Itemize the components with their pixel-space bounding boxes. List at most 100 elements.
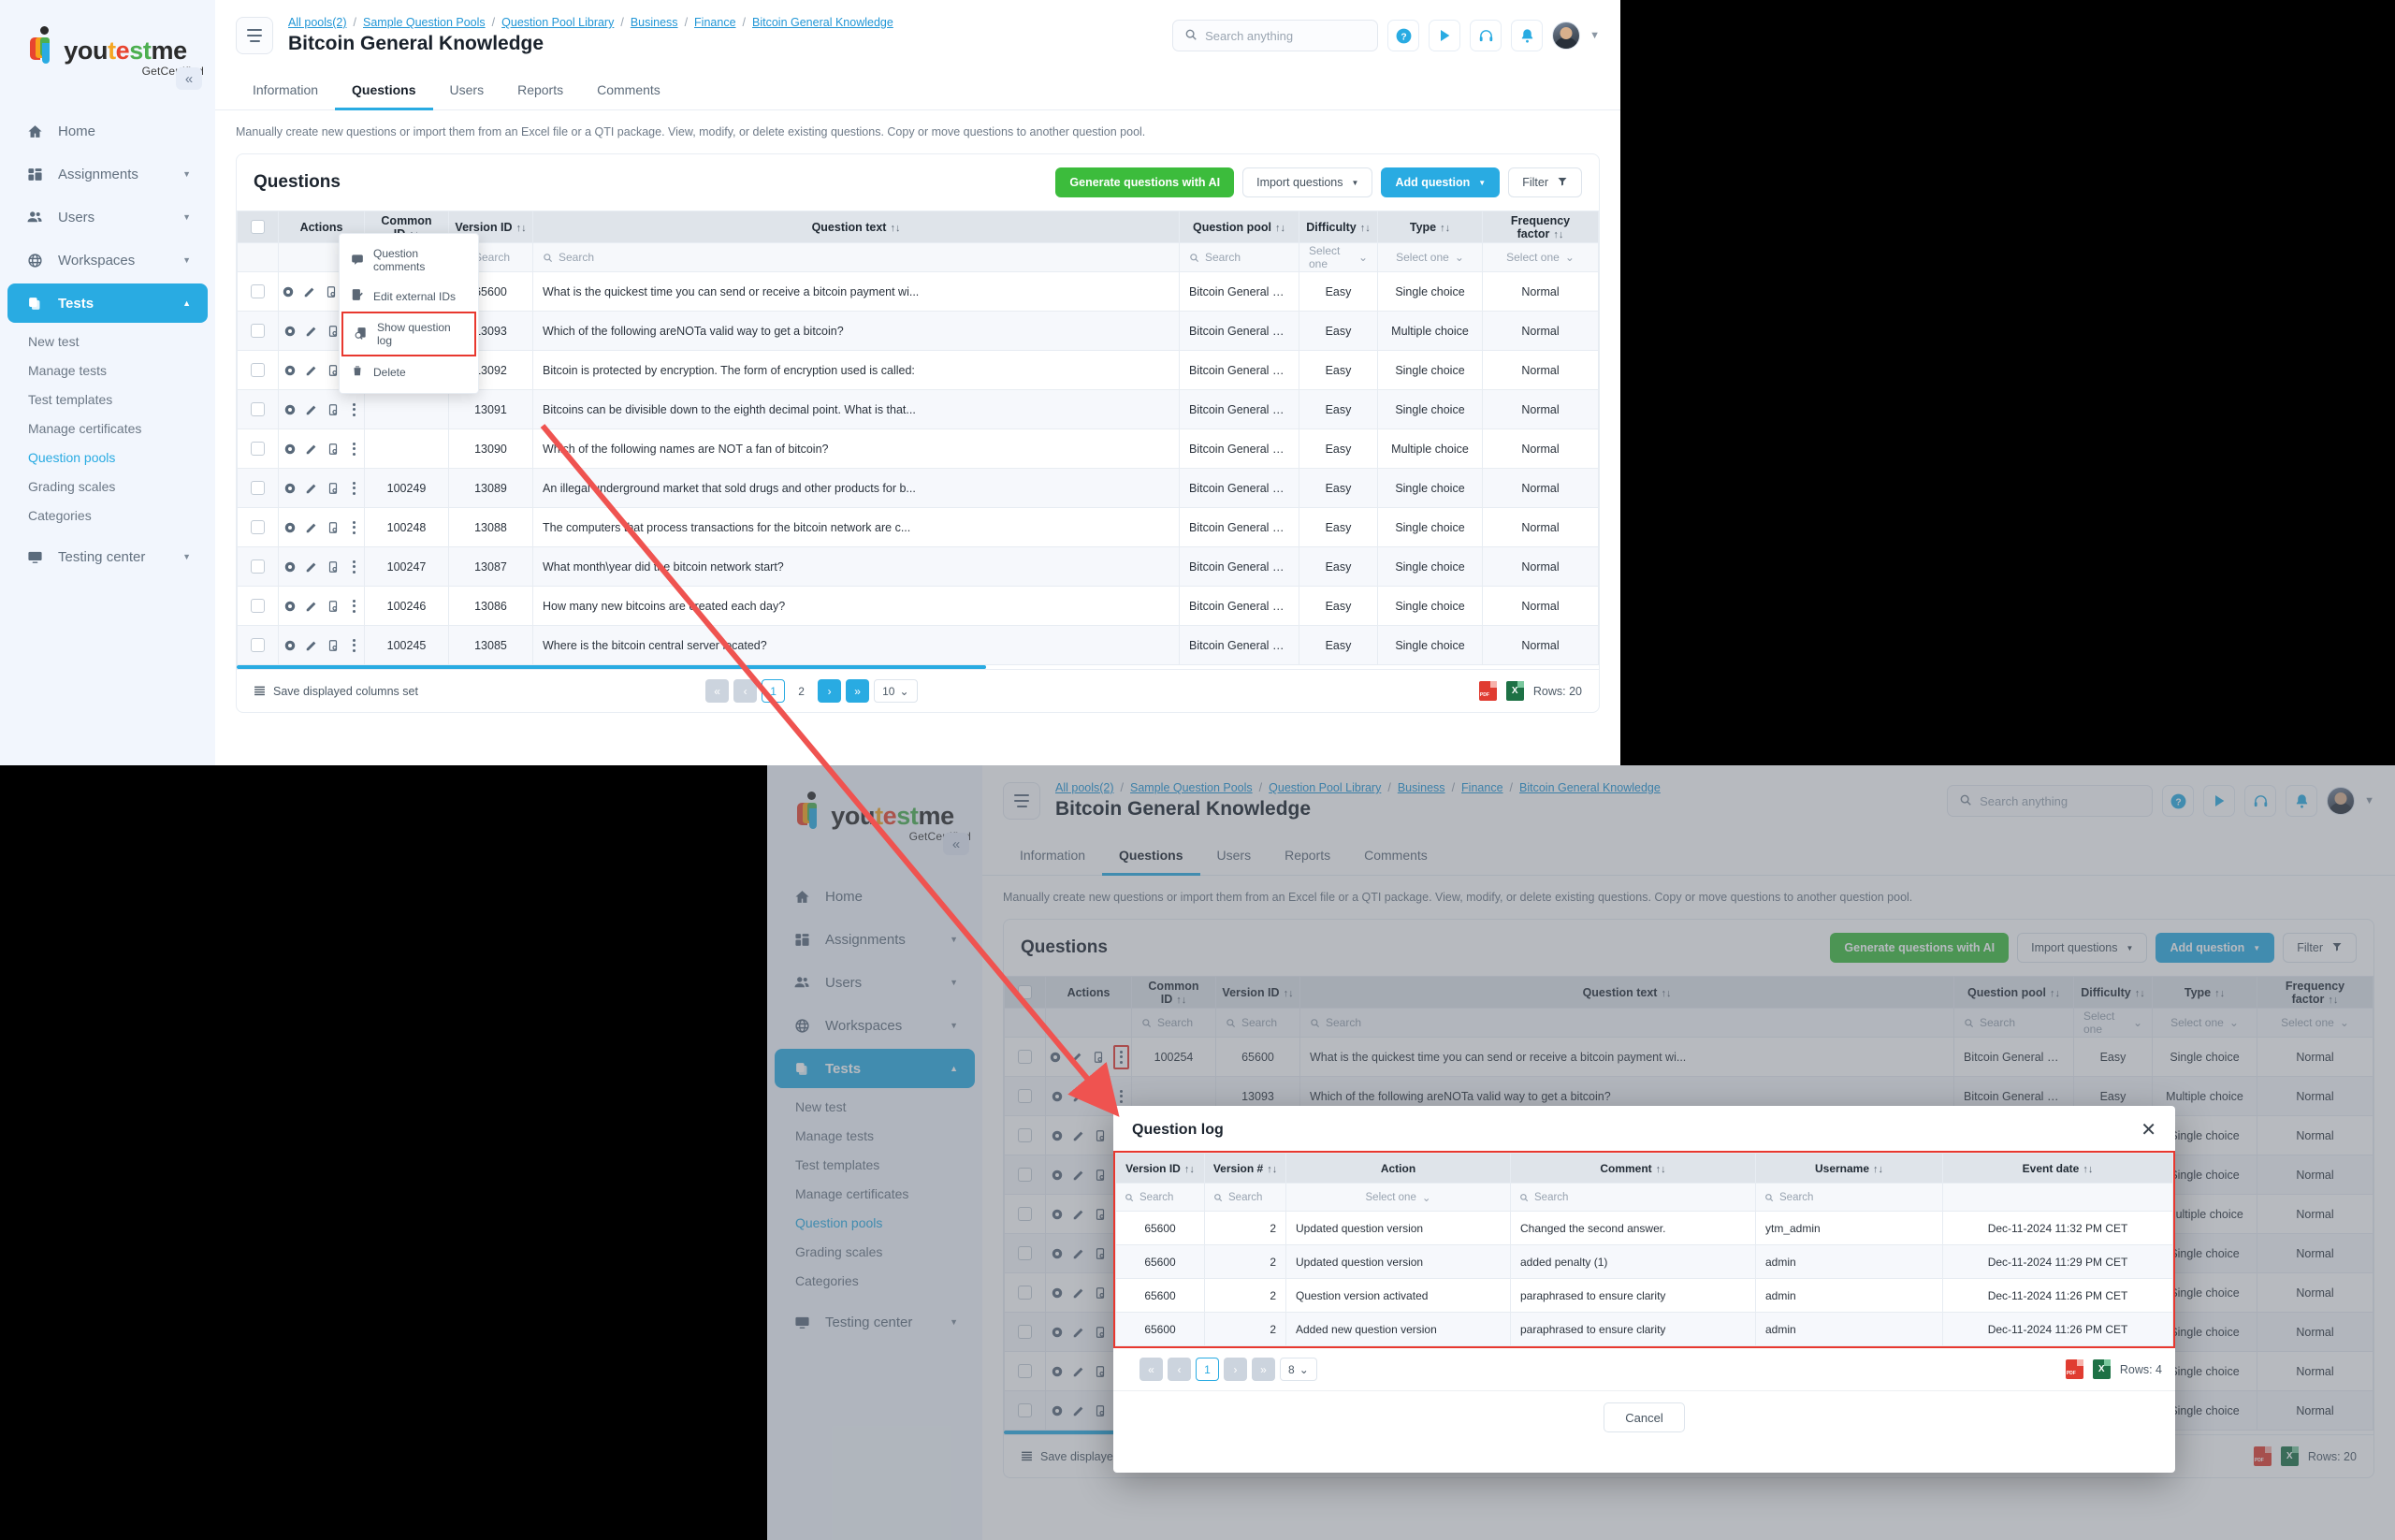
row-more-actions-button[interactable]	[348, 400, 360, 419]
sidebar-item-testing-center[interactable]: Testing center ▼	[7, 537, 208, 576]
row-select-cell[interactable]	[237, 429, 279, 469]
tab-users[interactable]: Users	[433, 71, 501, 110]
duplicate-icon[interactable]	[327, 443, 340, 456]
filter-question-text[interactable]: Search	[532, 242, 1180, 272]
sidebar-subitem-categories[interactable]: Categories	[0, 501, 215, 530]
log-table-row[interactable]: 65600 2 Added new question version paraphra…	[1115, 1312, 2173, 1346]
log-filter-version-number[interactable]: Search	[1204, 1183, 1286, 1212]
breadcrumb-link-sample-question-pools[interactable]: Sample Question Pools	[363, 16, 486, 29]
preview-icon[interactable]	[283, 482, 297, 495]
table-row[interactable]: 10024613086How many new bitcoins are cre…	[237, 586, 1599, 626]
sidebar-item-users[interactable]: Users ▼	[7, 197, 208, 237]
modal-pagination-last[interactable]: »	[1252, 1358, 1275, 1381]
edit-pencil-icon[interactable]	[305, 482, 318, 495]
row-more-actions-button[interactable]	[348, 479, 360, 498]
row-checkbox[interactable]	[251, 324, 265, 338]
duplicate-icon[interactable]	[327, 639, 340, 652]
preview-icon[interactable]	[283, 325, 297, 338]
sidebar-subitem-grading-scales[interactable]: Grading scales	[0, 472, 215, 501]
filter-type[interactable]: Select one ⌄	[1377, 242, 1483, 272]
log-filter-username[interactable]: Search	[1755, 1183, 1943, 1212]
row-more-actions-button[interactable]	[348, 636, 360, 655]
log-filter-comment[interactable]: Search	[1510, 1183, 1756, 1212]
close-icon[interactable]: ✕	[2141, 1121, 2156, 1140]
duplicate-icon[interactable]	[327, 325, 340, 338]
tab-information[interactable]: Information	[236, 71, 335, 110]
row-select-cell[interactable]	[237, 350, 279, 390]
column-question-text[interactable]: Question text ↑↓	[532, 211, 1180, 243]
sidebar-subitem-manage-certificates[interactable]: Manage certificates	[0, 414, 215, 443]
chevron-down-icon[interactable]: ▼	[1589, 30, 1600, 41]
column-frequency-factor[interactable]: Frequency factor ↑↓	[1482, 211, 1599, 243]
filter-question-pool[interactable]: Search	[1179, 242, 1299, 272]
preview-icon[interactable]	[283, 600, 297, 613]
pdf-export-icon[interactable]	[2065, 1359, 2083, 1379]
select-all-header[interactable]	[237, 211, 279, 243]
generate-questions-with-ai-button[interactable]: Generate questions with AI	[1055, 167, 1235, 197]
table-row[interactable]: 10024713087What month\year did the bitco…	[237, 546, 1599, 587]
edit-pencil-icon[interactable]	[305, 443, 318, 456]
edit-pencil-icon[interactable]	[305, 560, 318, 574]
preview-icon[interactable]	[283, 521, 297, 534]
row-more-actions-button[interactable]	[348, 597, 360, 616]
log-filter-version-id[interactable]: Search	[1115, 1183, 1205, 1212]
row-select-cell[interactable]	[237, 389, 279, 429]
filter-difficulty[interactable]: Select one ⌄	[1299, 242, 1378, 272]
preview-icon[interactable]	[283, 639, 297, 652]
filter-button[interactable]: Filter	[1508, 167, 1582, 197]
log-table-row[interactable]: 65600 2 Updated question version Changed th…	[1115, 1211, 2173, 1245]
preview-icon[interactable]	[283, 403, 297, 416]
breadcrumb-link-bitcoin-general-knowledge[interactable]: Bitcoin General Knowledge	[752, 16, 893, 29]
modal-pagination-first[interactable]: «	[1139, 1358, 1163, 1381]
sidebar-subitem-question-pools[interactable]: Question pools	[0, 443, 215, 472]
add-question-button[interactable]: Add question ▼	[1381, 167, 1501, 197]
column-type[interactable]: Type ↑↓	[1377, 211, 1483, 243]
table-row[interactable]: 10024513085Where is the bitcoin central …	[237, 625, 1599, 665]
duplicate-icon[interactable]	[325, 285, 338, 298]
sidebar-collapse-button[interactable]: «	[176, 67, 202, 90]
row-select-cell[interactable]	[237, 625, 279, 665]
table-row[interactable]: 13091Bitcoins can be divisible down to t…	[237, 389, 1599, 429]
duplicate-icon[interactable]	[327, 403, 340, 416]
help-icon[interactable]: ?	[1387, 20, 1420, 51]
select-all-checkbox[interactable]	[251, 220, 265, 234]
duplicate-icon[interactable]	[327, 521, 340, 534]
row-checkbox[interactable]	[251, 599, 265, 613]
duplicate-icon[interactable]	[327, 600, 340, 613]
log-column-version-number[interactable]: Version # ↑↓	[1204, 1153, 1286, 1184]
log-table-row[interactable]: 65600 2 Question version activated paraphra…	[1115, 1278, 2173, 1313]
row-checkbox[interactable]	[251, 638, 265, 652]
breadcrumb-link-all-pools[interactable]: All pools(2)	[288, 16, 347, 29]
log-filter-action[interactable]: Select one ⌄	[1285, 1183, 1511, 1212]
search-input[interactable]: Search anything	[1172, 20, 1379, 51]
row-select-cell[interactable]	[237, 586, 279, 626]
excel-export-icon[interactable]	[2092, 1359, 2111, 1379]
preview-icon[interactable]	[283, 560, 297, 574]
log-column-comment[interactable]: Comment ↑↓	[1510, 1153, 1756, 1184]
sidebar-subitem-manage-tests[interactable]: Manage tests	[0, 356, 215, 385]
row-select-cell[interactable]	[237, 271, 279, 312]
log-column-event-date[interactable]: Event date ↑↓	[1942, 1153, 2173, 1184]
import-questions-button[interactable]: Import questions ▼	[1242, 167, 1373, 197]
avatar[interactable]	[1552, 22, 1581, 50]
sidebar-item-workspaces[interactable]: Workspaces ▼	[7, 240, 208, 280]
cancel-button[interactable]: Cancel	[1604, 1402, 1685, 1432]
duplicate-icon[interactable]	[327, 482, 340, 495]
breadcrumb-link-finance[interactable]: Finance	[694, 16, 735, 29]
edit-pencil-icon[interactable]	[305, 639, 318, 652]
context-menu-item-delete[interactable]: Delete	[340, 356, 478, 387]
edit-pencil-icon[interactable]	[305, 364, 318, 377]
row-checkbox[interactable]	[251, 442, 265, 456]
modal-page-size-select[interactable]: 8 ⌄	[1280, 1358, 1317, 1381]
modal-pagination-prev[interactable]: ‹	[1168, 1358, 1191, 1381]
menu-toggle-button[interactable]	[236, 17, 273, 54]
pagination-page-1[interactable]: 1	[762, 679, 786, 703]
excel-export-icon[interactable]	[1505, 681, 1524, 701]
breadcrumb-link-business[interactable]: Business	[631, 16, 678, 29]
row-checkbox[interactable]	[251, 363, 265, 377]
sidebar-item-tests[interactable]: Tests ▲	[7, 283, 208, 323]
play-icon[interactable]	[1429, 20, 1461, 51]
preview-icon[interactable]	[283, 364, 297, 377]
log-table-row[interactable]: 65600 2 Updated question version added pena…	[1115, 1244, 2173, 1279]
pagination-last[interactable]: »	[846, 679, 870, 703]
